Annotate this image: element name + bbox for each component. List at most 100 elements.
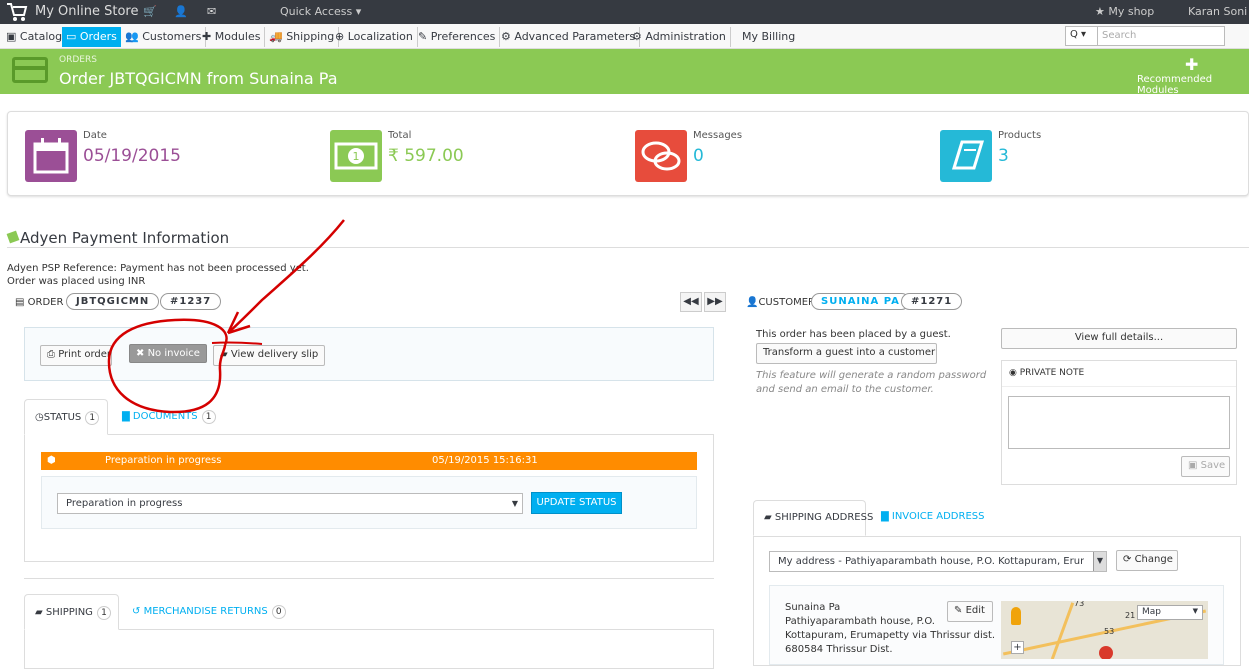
tab-invoice-address[interactable]: ▇ INVOICE ADDRESS	[871, 500, 994, 536]
shipping-panel	[24, 629, 714, 669]
no-invoice-button[interactable]: ✖ No invoice	[129, 344, 207, 363]
top-bar: My Online Store 🛒 👤 ✉ Quick Access ▾ ★ M…	[0, 0, 1249, 24]
close-icon: ✖	[136, 348, 148, 359]
kpi-products-value: 3	[998, 146, 1009, 166]
user-icon[interactable]: 👤	[174, 5, 188, 18]
caret-down-icon: ▼	[511, 499, 518, 508]
caret-down-icon: ▼	[1092, 552, 1106, 571]
map-label: 53	[1104, 627, 1115, 636]
page-header: ORDERS Order JBTQGICMN from Sunaina Pa ✚…	[0, 49, 1249, 96]
adyen-currency: Order was placed using INR	[7, 276, 146, 287]
print-order-button[interactable]: ⎙ Print order	[40, 345, 112, 366]
refresh-icon: ⟳	[1123, 554, 1135, 565]
zoom-in-button[interactable]: +	[1011, 641, 1024, 654]
kpi-messages-value: 0	[693, 146, 704, 166]
save-note-button[interactable]: ▣ Save	[1181, 456, 1230, 477]
customer-section-label: 👤CUSTOMER	[746, 297, 815, 308]
transform-hint: This feature will generate a random pass…	[756, 370, 987, 395]
clock-icon: ◷	[35, 412, 44, 423]
nav-catalog[interactable]: ▣ Catalog	[2, 27, 68, 47]
kpi-date-value: 05/19/2015	[83, 146, 181, 166]
kpi-messages-label: Messages	[693, 130, 743, 141]
adyen-psp-reference: Adyen PSP Reference: Payment has not bee…	[7, 263, 309, 274]
map-type-select[interactable]: Map ▼	[1137, 605, 1203, 620]
tab-shipping[interactable]: ▰ SHIPPING 1	[24, 594, 119, 630]
private-note-textarea[interactable]	[1008, 396, 1230, 449]
search-input[interactable]: Search	[1102, 30, 1136, 41]
map-marker-icon[interactable]	[1099, 646, 1113, 659]
search-type-button[interactable]: Q ▾	[1066, 27, 1098, 45]
nav-administration[interactable]: ⚙ Administration	[628, 27, 731, 47]
address-select[interactable]: My address - Pathiyaparambath house, P.O…	[769, 551, 1107, 572]
truck-icon: ▰	[764, 512, 775, 523]
view-delivery-slip-button[interactable]: ▰ View delivery slip	[213, 345, 325, 366]
user-menu[interactable]: Karan Soni	[1188, 5, 1247, 18]
nav-modules[interactable]: ✚ Modules	[198, 27, 266, 47]
print-icon: ⎙	[47, 349, 59, 360]
my-shop-link[interactable]: ★ My shop	[1095, 5, 1154, 18]
status-history-date: 05/19/2015 15:16:31	[432, 455, 538, 466]
search-box: Q ▾ Search	[1065, 26, 1225, 46]
street-view-pegman-icon[interactable]	[1011, 607, 1021, 625]
truck-icon: ▰	[35, 607, 46, 618]
address-map[interactable]: + 73 53 21 Map ▼	[1001, 601, 1208, 659]
tab-merchandise-returns[interactable]: ↺ MERCHANDISE RETURNS 0	[122, 594, 296, 630]
divider	[7, 247, 1249, 248]
nav-preferences[interactable]: ✎ Preferences	[414, 27, 501, 47]
customer-name[interactable]: SUNAINA PA	[811, 293, 910, 310]
edit-address-button[interactable]: ✎ Edit	[947, 601, 993, 622]
quick-access-menu[interactable]: Quick Access ▾	[280, 5, 361, 18]
nav-shipping[interactable]: 🚚 Shipping	[265, 27, 340, 47]
tab-documents[interactable]: ▇ DOCUMENTS 1	[112, 399, 226, 435]
book-icon	[940, 130, 992, 182]
guest-notice: This order has been placed by a guest.	[756, 329, 951, 340]
chat-icon	[635, 130, 687, 182]
order-status-select[interactable]: Preparation in progress ▼	[57, 493, 523, 514]
main-nav: ▣ Catalog ▭ Orders 👥 Customers ✚ Modules…	[0, 24, 1249, 49]
customer-id: #1271	[901, 293, 963, 310]
change-address-button[interactable]: ⟳ Change	[1116, 550, 1178, 571]
address-line: 680584 Thrissur Dist.	[785, 644, 893, 655]
previous-order-button[interactable]: ◀◀	[680, 292, 702, 312]
status-history-row: ⬢ Preparation in progress 05/19/2015 15:…	[41, 452, 697, 470]
tab-shipping-address[interactable]: ▰ SHIPPING ADDRESS	[753, 500, 873, 536]
cart-logo-icon[interactable]	[6, 2, 28, 22]
payment-icon	[6, 230, 20, 244]
nav-my-billing[interactable]: My Billing	[738, 27, 799, 47]
order-reference: JBTQGICMN	[66, 293, 160, 310]
next-order-button[interactable]: ▶▶	[704, 292, 726, 312]
kpi-row: Date 05/19/2015 1 Total ₹ 597.00 Message…	[7, 111, 1249, 196]
divider	[1002, 386, 1236, 387]
map-road	[1050, 602, 1075, 659]
nav-customers[interactable]: 👥 Customers	[121, 27, 207, 47]
recommended-modules-button[interactable]: Recommended Modules	[1137, 74, 1249, 96]
breadcrumb[interactable]: ORDERS	[59, 55, 97, 65]
divider	[24, 578, 714, 579]
view-full-details-button[interactable]: View full details...	[1001, 328, 1237, 349]
update-status-button[interactable]: UPDATE STATUS	[531, 492, 622, 514]
kpi-date-label: Date	[83, 130, 107, 141]
private-note-label: ◉ PRIVATE NOTE	[1009, 368, 1085, 378]
calendar-icon	[25, 130, 77, 182]
transform-guest-button[interactable]: Transform a guest into a customer	[756, 343, 937, 364]
order-icon: ▤	[15, 297, 28, 308]
nav-localization[interactable]: ⊕ Localization	[331, 27, 418, 47]
adyen-title: Adyen Payment Information	[20, 229, 230, 247]
box-icon: ⬢	[47, 455, 56, 466]
shop-name[interactable]: My Online Store	[35, 4, 138, 19]
user-icon: 👤	[746, 297, 759, 308]
cart-icon[interactable]: 🛒	[143, 5, 157, 18]
truck-icon: ▰	[220, 349, 231, 360]
puzzle-icon[interactable]: ✚	[1185, 55, 1198, 74]
svg-text:1: 1	[353, 150, 360, 163]
order-id: #1237	[160, 293, 222, 310]
file-icon: ▇	[881, 511, 892, 522]
map-label: 21	[1125, 611, 1136, 620]
tab-status[interactable]: ◷STATUS 1	[24, 399, 108, 435]
order-actions-panel	[24, 327, 714, 381]
nav-orders[interactable]: ▭ Orders	[62, 27, 121, 47]
kpi-total-label: Total	[388, 130, 412, 141]
eye-slash-icon: ◉	[1009, 368, 1020, 378]
nav-advanced-parameters[interactable]: ⚙ Advanced Parameters	[497, 27, 641, 47]
envelope-icon[interactable]: ✉	[207, 5, 216, 18]
